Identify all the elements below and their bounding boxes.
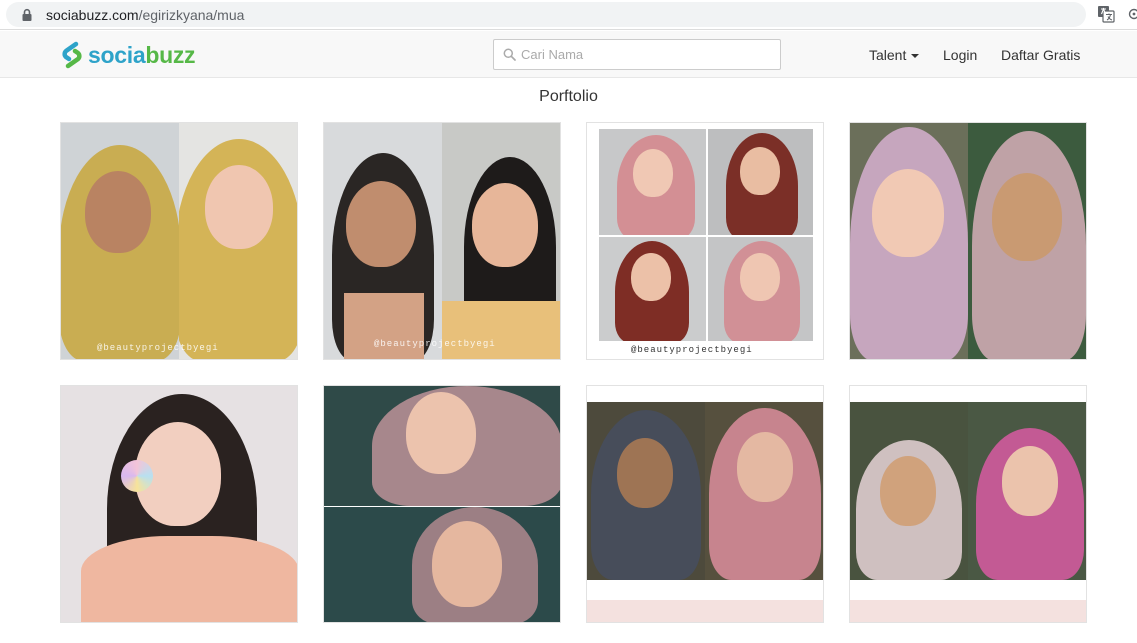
search-input[interactable] (521, 44, 776, 65)
logo-wordmark: sociabuzz (88, 41, 196, 69)
photo-watermark: @beautyprojectbyegi (97, 343, 219, 353)
photo-shape (346, 181, 416, 267)
photo-shape (406, 392, 476, 474)
portfolio-photo (587, 402, 705, 580)
portfolio-photo (850, 402, 968, 580)
portfolio-photo (179, 123, 297, 359)
sociabuzz-logo[interactable]: sociabuzz (60, 40, 196, 70)
portfolio-photo (708, 129, 813, 235)
photo-shape (432, 521, 502, 607)
portfolio-item[interactable] (586, 385, 824, 623)
nav-register-link[interactable]: Daftar Gratis (1001, 47, 1080, 63)
photo-shape (740, 147, 780, 195)
photo-shape (344, 293, 424, 359)
portfolio-item[interactable]: @beautyprojectbyegi (586, 122, 824, 360)
photo-shape (872, 169, 944, 257)
logo-mark-icon (62, 41, 82, 69)
portfolio-photo (599, 237, 706, 341)
share-icon[interactable] (1128, 8, 1137, 20)
photo-shape (992, 173, 1062, 261)
portfolio-item[interactable]: @beautyprojectbyegi (323, 122, 561, 360)
translate-icon[interactable] (1097, 5, 1115, 23)
portfolio-photo (324, 123, 442, 359)
logo-text-buzz: buzz (145, 41, 196, 68)
photo-shape (737, 432, 793, 502)
photo-shape (1002, 446, 1058, 516)
photo-shape (205, 165, 273, 249)
portfolio-photo (61, 386, 297, 622)
photo-shape (587, 600, 823, 622)
portfolio-photo (61, 123, 179, 359)
photo-shape (880, 456, 936, 526)
portfolio-item[interactable]: @beautyprojectbyegi (60, 122, 298, 360)
lock-icon (22, 8, 32, 21)
url-path: /egirizkyana/mua (138, 7, 245, 23)
browser-address-bar: sociabuzz.com/egirizkyana/mua (0, 0, 1137, 30)
portfolio-photo (968, 123, 1086, 359)
nav-talent-dropdown[interactable]: Talent (869, 47, 920, 63)
photo-shape (740, 253, 780, 301)
photo-shape (442, 301, 560, 359)
site-navbar: sociabuzz Talent Login Daftar Gratis (0, 31, 1137, 78)
portfolio-photo (442, 123, 560, 359)
portfolio-item[interactable] (60, 385, 298, 623)
url-host: sociabuzz.com (46, 7, 139, 23)
photo-watermark: @beautyprojectbyegi (631, 345, 753, 355)
photo-watermark: @beautyprojectbyegi (374, 339, 496, 349)
photo-shape (472, 183, 538, 267)
logo-text-socia: socia (88, 41, 146, 68)
url-text: sociabuzz.com/egirizkyana/mua (46, 7, 244, 23)
portfolio-item[interactable] (849, 385, 1087, 623)
portfolio-item[interactable] (849, 122, 1087, 360)
nav-login-link[interactable]: Login (943, 47, 977, 63)
photo-shape (633, 149, 673, 197)
search-box (493, 39, 781, 70)
photo-shape (81, 536, 297, 622)
nav-talent-label: Talent (869, 47, 907, 63)
portfolio-photo (850, 123, 968, 359)
photo-shape (85, 171, 151, 253)
photo-shape (850, 600, 1086, 622)
search-icon (503, 48, 516, 61)
portfolio-photo (705, 402, 823, 580)
photo-shape (617, 438, 673, 508)
portfolio-photo (968, 402, 1086, 580)
portfolio-photo (599, 129, 706, 235)
portfolio-photo (324, 507, 560, 622)
caret-down-icon (911, 54, 920, 59)
url-field[interactable]: sociabuzz.com/egirizkyana/mua (6, 2, 1086, 27)
photo-shape (631, 253, 671, 301)
portfolio-photo (708, 237, 813, 341)
portfolio-photo (324, 386, 560, 506)
portfolio-item[interactable] (323, 385, 561, 623)
portfolio-title: Porftolio (539, 88, 598, 105)
photo-shape (121, 460, 153, 492)
